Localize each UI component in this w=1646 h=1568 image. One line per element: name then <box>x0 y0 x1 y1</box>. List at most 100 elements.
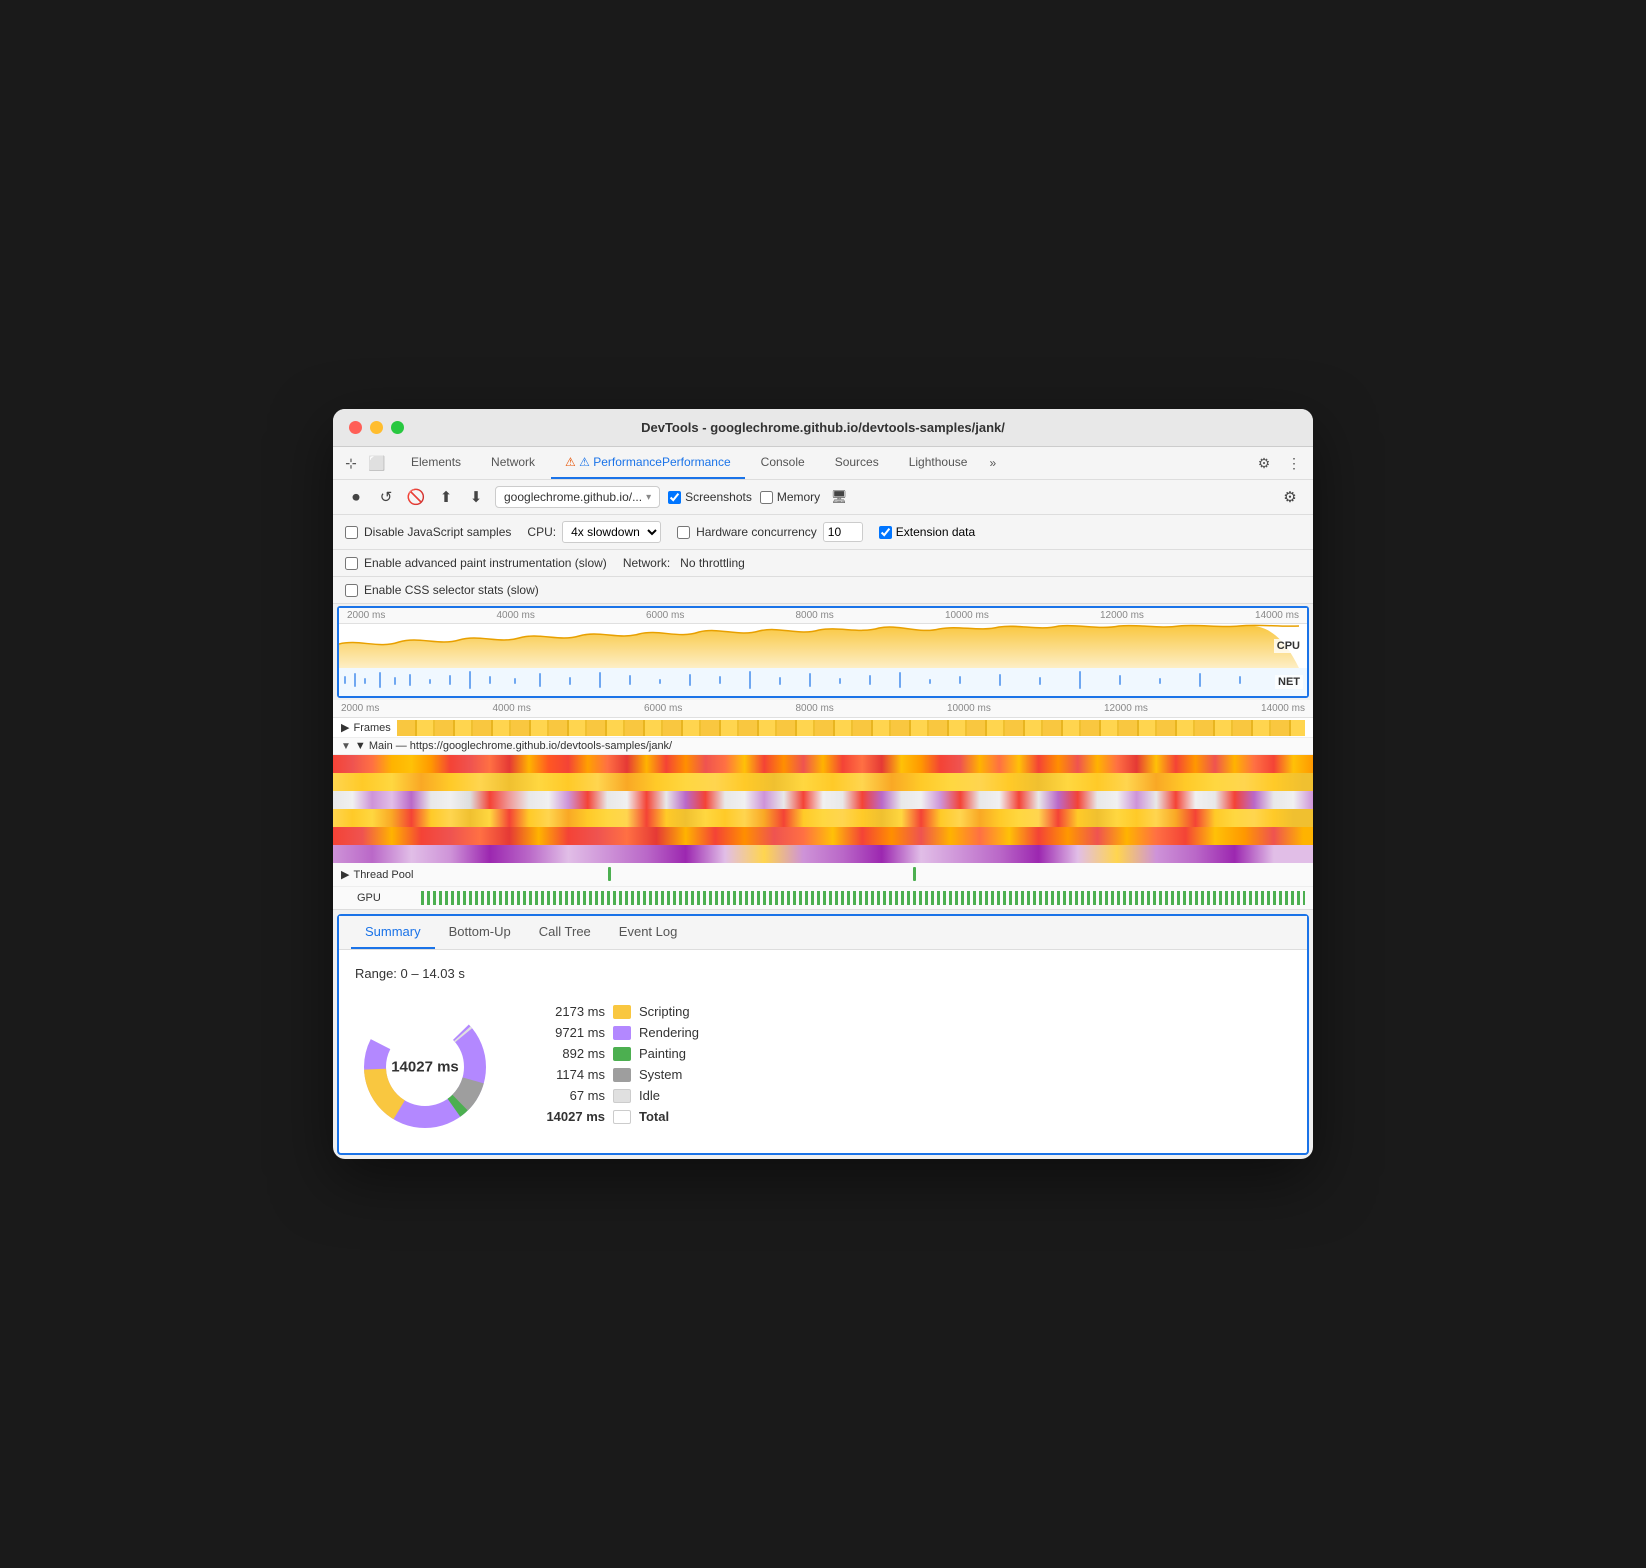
maximize-button[interactable] <box>391 421 404 434</box>
overview-ruler-inner: 2000 ms 4000 ms 6000 ms 8000 ms 10000 ms… <box>339 610 1307 621</box>
advanced-paint-checkbox[interactable] <box>345 557 358 570</box>
screenshots-checkbox[interactable] <box>668 491 681 504</box>
clear-button[interactable]: 🚫 <box>405 486 427 508</box>
screenshots-toggle[interactable]: Screenshots <box>668 490 752 504</box>
stat-system: 1174 ms System <box>535 1067 699 1082</box>
idle-color <box>613 1089 631 1103</box>
title-bar: DevTools - googlechrome.github.io/devtoo… <box>333 409 1313 447</box>
stat-rendering: 9721 ms Rendering <box>535 1025 699 1040</box>
device-icon[interactable]: ⬜ <box>367 453 387 473</box>
hw-concurrency-checkbox[interactable] <box>677 526 690 539</box>
tab-bottom-up[interactable]: Bottom-Up <box>435 916 525 949</box>
more-tabs-button[interactable]: » <box>983 448 1002 478</box>
rendering-label: Rendering <box>639 1025 699 1040</box>
gpu-row: GPU <box>333 887 1313 909</box>
url-display[interactable]: googlechrome.github.io/... ▾ <box>495 486 660 508</box>
main-ruler-10000: 10000 ms <box>947 703 991 714</box>
thread-pool-expand-icon[interactable]: ▶ <box>341 868 349 881</box>
flame-row-6 <box>333 845 1313 863</box>
system-label: System <box>639 1067 682 1082</box>
cpu-track-label: CPU <box>1274 639 1303 653</box>
record-button[interactable]: ⏺ <box>345 486 367 508</box>
memory-checkbox[interactable] <box>760 491 773 504</box>
network-value: No throttling <box>680 556 745 570</box>
painting-value: 892 ms <box>535 1046 605 1061</box>
more-options-icon[interactable]: ⋮ <box>1283 452 1305 474</box>
cpu-select[interactable]: 4x slowdown 6x slowdown No throttling <box>562 521 661 543</box>
window-title: DevTools - googlechrome.github.io/devtoo… <box>641 420 1005 435</box>
tab-network[interactable]: Network <box>477 447 549 479</box>
thread-pool-row: ▶ Thread Pool <box>333 863 1313 887</box>
reload-button[interactable]: ↺ <box>375 486 397 508</box>
overview-time-ruler: 2000 ms 4000 ms 6000 ms 8000 ms 10000 ms… <box>339 608 1307 624</box>
hw-concurrency-label: Hardware concurrency <box>696 525 817 539</box>
main-ruler-12000: 12000 ms <box>1104 703 1148 714</box>
tab-console[interactable]: Console <box>747 447 819 479</box>
tab-actions: ⚙ ⋮ <box>1253 452 1305 474</box>
memory-toggle[interactable]: Memory <box>760 490 820 504</box>
minimize-button[interactable] <box>370 421 383 434</box>
window-controls <box>349 421 404 434</box>
settings-icon[interactable]: ⚙ <box>1253 452 1275 474</box>
donut-center: 14027 ms <box>391 1059 459 1076</box>
tab-elements[interactable]: Elements <box>397 447 475 479</box>
download-button[interactable]: ⬇ <box>465 486 487 508</box>
tab-event-log[interactable]: Event Log <box>605 916 692 949</box>
main-time-ruler: 2000 ms 4000 ms 6000 ms 8000 ms 10000 ms… <box>333 700 1313 718</box>
extension-data-checkbox[interactable] <box>879 526 892 539</box>
tab-sources[interactable]: Sources <box>821 447 893 479</box>
thread-dot-1 <box>608 867 611 881</box>
network-label: Network: <box>623 556 670 570</box>
net-overview-track: NET <box>339 668 1307 696</box>
cpu-group: CPU: 4x slowdown 6x slowdown No throttli… <box>527 521 661 543</box>
main-ruler-8000: 8000 ms <box>795 703 833 714</box>
ruler-2000: 2000 ms <box>347 610 385 621</box>
tab-icons: ⊹ ⬜ <box>341 453 387 473</box>
frames-track <box>397 720 1305 736</box>
main-section-header[interactable]: ▼ ▼ Main — https://googlechrome.github.i… <box>333 738 1313 755</box>
advanced-paint-group: Enable advanced paint instrumentation (s… <box>345 556 607 570</box>
flame-row-4 <box>333 809 1313 827</box>
chevron-down-icon: ▾ <box>646 492 651 503</box>
ruler-4000: 4000 ms <box>496 610 534 621</box>
net-wave-chart <box>339 668 1307 696</box>
tab-summary[interactable]: Summary <box>351 916 435 949</box>
gpu-content <box>421 891 1305 905</box>
css-selector-label: Enable CSS selector stats (slow) <box>364 583 539 597</box>
system-color <box>613 1068 631 1082</box>
network-group: Network: No throttling <box>623 556 745 570</box>
stat-total: 14027 ms Total <box>535 1109 699 1124</box>
cursor-icon[interactable]: ⊹ <box>341 453 361 473</box>
disable-js-label: Disable JavaScript samples <box>364 525 511 539</box>
disable-js-checkbox[interactable] <box>345 526 358 539</box>
upload-button[interactable]: ⬆ <box>435 486 457 508</box>
tab-call-tree[interactable]: Call Tree <box>525 916 605 949</box>
extension-data-group: Extension data <box>879 525 975 539</box>
scripting-color <box>613 1005 631 1019</box>
hw-concurrency-input[interactable] <box>823 522 863 542</box>
tab-bar: ⊹ ⬜ Elements Network ⚠ ⚠ PerformancePerf… <box>333 447 1313 480</box>
disable-js-group: Disable JavaScript samples <box>345 525 511 539</box>
range-text: Range: 0 – 14.03 s <box>355 966 1291 981</box>
total-label: Total <box>639 1109 669 1124</box>
frames-expand-icon[interactable]: ▶ <box>341 721 349 734</box>
tab-lighthouse[interactable]: Lighthouse <box>895 447 982 479</box>
summary-content: 14027 ms 2173 ms Scripting 9721 ms Rende… <box>355 997 1291 1137</box>
cpu-label: CPU: <box>527 525 556 539</box>
stat-painting: 892 ms Painting <box>535 1046 699 1061</box>
stat-idle: 67 ms Idle <box>535 1088 699 1103</box>
tab-performance[interactable]: ⚠ ⚠ PerformancePerformance <box>551 447 745 479</box>
system-value: 1174 ms <box>535 1067 605 1082</box>
css-selector-checkbox[interactable] <box>345 584 358 597</box>
frames-label: Frames <box>353 722 390 734</box>
flame-chart <box>333 755 1313 863</box>
main-section-label: ▼ Main — https://googlechrome.github.io/… <box>355 740 672 752</box>
main-ruler-14000: 14000 ms <box>1261 703 1305 714</box>
scripting-label: Scripting <box>639 1004 690 1019</box>
idle-label: Idle <box>639 1088 660 1103</box>
memory-icon[interactable]: 🖥 <box>828 486 850 508</box>
gear-icon[interactable]: ⚙ <box>1279 486 1301 508</box>
bottom-tabs: Summary Bottom-Up Call Tree Event Log <box>339 916 1307 950</box>
total-color <box>613 1110 631 1124</box>
close-button[interactable] <box>349 421 362 434</box>
